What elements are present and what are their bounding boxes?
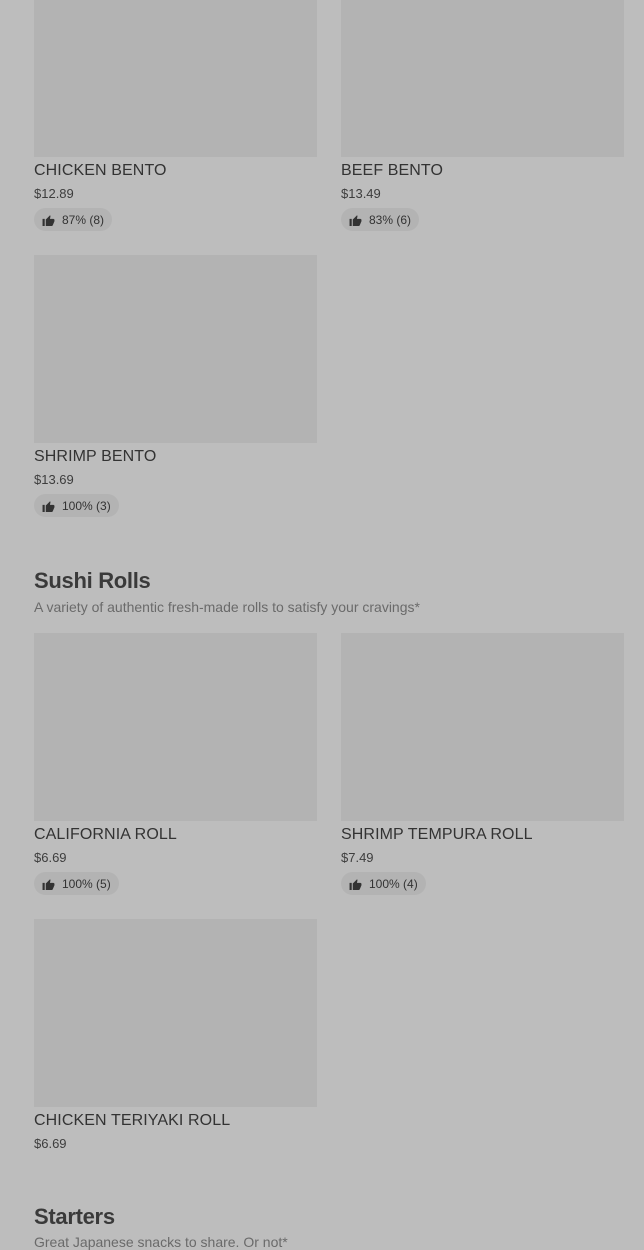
menu-item-shrimp-bento[interactable]: SHRIMP BENTO $13.69 100% (3) bbox=[34, 255, 317, 517]
menu-item-name: SHRIMP TEMPURA ROLL bbox=[341, 826, 533, 843]
menu-item-name: SHRIMP BENTO bbox=[34, 448, 157, 465]
rating-badge: 83% (6) bbox=[341, 208, 420, 231]
section-title-starters: Starters bbox=[34, 1204, 115, 1229]
menu-item-price: $13.69 bbox=[34, 472, 74, 487]
menu-item-name: CHICKEN TERIYAKI ROLL bbox=[34, 1112, 231, 1129]
menu-item-chicken-bento[interactable]: CHICKEN BENTO $12.89 87% (8) bbox=[34, 0, 317, 231]
menu-item-image[interactable] bbox=[34, 255, 317, 443]
rating-badge: 100% (5) bbox=[34, 872, 119, 895]
menu-item-beef-bento[interactable]: BEEF BENTO $13.49 83% (6) bbox=[341, 0, 624, 231]
rating-text: 87% (8) bbox=[62, 212, 105, 227]
thumbs-up-icon bbox=[349, 214, 362, 226]
menu-item-price: $7.49 bbox=[341, 850, 374, 865]
rating-badge: 100% (3) bbox=[34, 494, 119, 517]
menu-item-image[interactable] bbox=[34, 0, 317, 157]
section-description: A variety of authentic fresh-made rolls … bbox=[34, 599, 420, 615]
thumbs-up-icon bbox=[42, 214, 55, 226]
menu-item-price: $6.69 bbox=[34, 850, 67, 865]
menu-item-price: $6.69 bbox=[34, 1136, 67, 1151]
thumbs-up-icon bbox=[349, 878, 362, 890]
menu-item-name: CHICKEN BENTO bbox=[34, 162, 167, 179]
menu-page: CHICKEN BENTO $12.89 87% (8) BEEF BENTO … bbox=[0, 0, 644, 1250]
rating-text: 100% (3) bbox=[62, 498, 111, 513]
rating-badge: 100% (4) bbox=[341, 872, 426, 895]
menu-item-image[interactable] bbox=[34, 919, 317, 1107]
menu-item-price: $13.49 bbox=[341, 186, 381, 201]
menu-item-chicken-teriyaki-roll[interactable]: CHICKEN TERIYAKI ROLL $6.69 bbox=[34, 919, 317, 1150]
section-title-sushi-rolls: Sushi Rolls bbox=[34, 568, 151, 593]
rating-badge: 87% (8) bbox=[34, 208, 113, 231]
menu-item-california-roll[interactable]: CALIFORNIA ROLL $6.69 100% (5) bbox=[34, 633, 317, 895]
rating-text: 100% (5) bbox=[62, 876, 111, 891]
menu-item-name: CALIFORNIA ROLL bbox=[34, 826, 177, 843]
rating-text: 83% (6) bbox=[369, 212, 412, 227]
menu-item-name: BEEF BENTO bbox=[341, 162, 444, 179]
menu-item-image[interactable] bbox=[341, 633, 624, 821]
thumbs-up-icon bbox=[42, 878, 55, 890]
menu-item-image[interactable] bbox=[341, 0, 624, 157]
menu-item-price: $12.89 bbox=[34, 186, 74, 201]
menu-item-shrimp-tempura-roll[interactable]: SHRIMP TEMPURA ROLL $7.49 100% (4) bbox=[341, 633, 624, 895]
thumbs-up-icon bbox=[42, 500, 55, 512]
rating-text: 100% (4) bbox=[369, 876, 418, 891]
menu-item-image[interactable] bbox=[34, 633, 317, 821]
